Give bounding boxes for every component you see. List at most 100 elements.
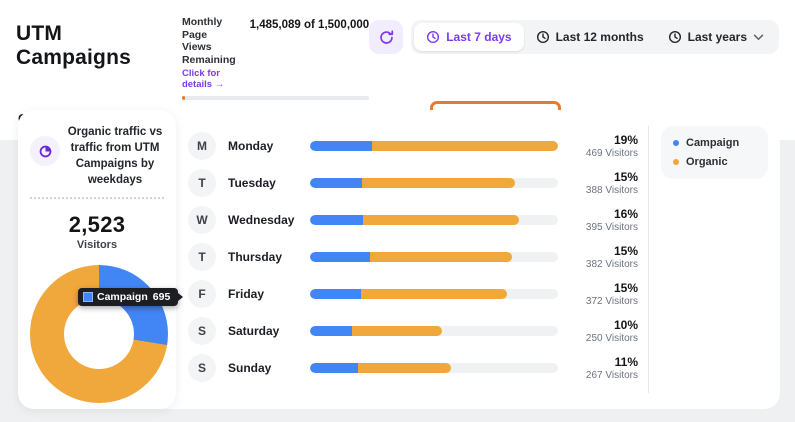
- campaign-bar-segment: [310, 362, 358, 373]
- day-name: Saturday: [228, 323, 280, 338]
- legend-dot-icon: [673, 140, 679, 146]
- stacked-bar: [310, 177, 558, 188]
- total-visitors-value: 2,523: [68, 212, 126, 238]
- weekday-row-saturday: S Saturday 10% 250 Visitors: [188, 312, 638, 349]
- time-range-label: Last years: [687, 30, 747, 44]
- time-range-last-7-days[interactable]: Last 7 days: [414, 23, 524, 51]
- stacked-bar: [310, 251, 558, 262]
- day-stats: 15% 388 Visitors: [572, 170, 638, 196]
- day-percent: 15%: [613, 169, 638, 184]
- refresh-button[interactable]: [369, 20, 404, 54]
- main-content: M Monday 19% 469 Visitors T Tuesday 15% 388 Vis…: [0, 97, 795, 422]
- day-letter-badge: T: [188, 168, 216, 197]
- day-name: Wednesday: [228, 212, 295, 227]
- day-percent: 10%: [613, 317, 638, 332]
- time-range-last-12-months[interactable]: Last 12 months: [524, 23, 656, 51]
- organic-bar-segment: [357, 362, 452, 373]
- tooltip-series-name: Campaign: [97, 291, 148, 304]
- time-range-label: Last 7 days: [446, 30, 512, 44]
- panel-header: Organic traffic vs traffic from UTM Camp…: [30, 124, 164, 200]
- clock-icon: [536, 30, 550, 44]
- day-visitors: 382 Visitors: [585, 258, 638, 270]
- campaign-bar-segment: [310, 140, 373, 151]
- day-letter-badge: S: [188, 316, 216, 345]
- organic-bar-segment: [370, 251, 512, 262]
- total-visitors-label: Visitors: [76, 239, 118, 252]
- time-range-last-years[interactable]: Last years: [656, 23, 776, 51]
- time-range-label: Last 12 months: [555, 30, 644, 44]
- campaign-bar-segment: [310, 288, 361, 299]
- utm-campaigns-page: UTM Campaigns Monthly Page Views Remaini…: [0, 0, 795, 422]
- day-name: Friday: [228, 286, 265, 301]
- weekday-row-thursday: T Thursday 15% 382 Visitors: [188, 238, 638, 275]
- legend-column: Campaign Organic: [648, 126, 780, 393]
- day-percent: 11%: [614, 354, 638, 369]
- stacked-bar: [310, 288, 558, 299]
- day-name: Monday: [228, 138, 274, 153]
- day-stats: 11% 267 Visitors: [572, 355, 638, 381]
- organic-bar-segment: [372, 140, 558, 151]
- day-visitors: 395 Visitors: [585, 221, 638, 233]
- page-header: UTM Campaigns Monthly Page Views Remaini…: [0, 0, 795, 101]
- donut-summary-card: Organic traffic vs traffic from UTM Camp…: [18, 110, 184, 409]
- tooltip-campaign-swatch: [83, 292, 93, 303]
- day-visitors: 469 Visitors: [585, 147, 638, 159]
- day-name: Tuesday: [228, 175, 276, 190]
- chart-tooltip: Campaign 695: [78, 288, 184, 307]
- campaign-bar-segment: [310, 177, 362, 188]
- day-letter-badge: W: [188, 205, 216, 234]
- page-title: UTM Campaigns: [16, 22, 131, 69]
- total-visitors: 2,523 Visitors: [30, 212, 164, 251]
- clock-icon: [426, 30, 440, 44]
- legend-item-organic[interactable]: Organic: [673, 156, 756, 168]
- donut-chart-title: Organic traffic vs traffic from UTM Camp…: [67, 126, 163, 187]
- day-stats: 16% 395 Visitors: [572, 207, 638, 233]
- clock-icon: [668, 30, 682, 44]
- chevron-down-icon: [753, 34, 764, 41]
- header-controls: Last 7 days Last 12 months Last years: [369, 20, 779, 54]
- day-visitors: 388 Visitors: [585, 184, 638, 196]
- day-stats: 19% 469 Visitors: [572, 133, 638, 159]
- monthly-views-label: Monthly Page Views Remaining: [181, 16, 236, 66]
- refresh-icon: [378, 29, 395, 46]
- day-visitors: 267 Visitors: [585, 369, 638, 381]
- tooltip-arrow: [178, 293, 184, 302]
- monthly-views-value: 1,485,089 of 1,500,000: [249, 19, 370, 31]
- day-name: Sunday: [228, 360, 272, 375]
- time-range-selector: Last 7 days Last 12 months Last years: [411, 20, 779, 54]
- pie-chart-icon: [30, 136, 60, 166]
- weekday-row-tuesday: T Tuesday 15% 388 Visitors: [188, 164, 638, 201]
- campaign-bar-segment: [310, 251, 371, 262]
- day-letter-badge: F: [188, 279, 216, 308]
- weekday-row-wednesday: W Wednesday 16% 395 Visitors: [188, 201, 638, 238]
- day-percent: 15%: [613, 280, 638, 295]
- donut-chart: Campaign 695: [30, 265, 184, 404]
- weekday-row-sunday: S Sunday 11% 267 Visitors: [188, 349, 638, 386]
- day-letter-badge: T: [188, 242, 216, 271]
- weekday-row-friday: F Friday 15% 372 Visitors: [188, 275, 638, 312]
- donut-hole: [64, 299, 134, 370]
- day-stats: 15% 372 Visitors: [572, 281, 638, 307]
- day-letter-badge: M: [188, 131, 216, 160]
- legend-dot-icon: [673, 159, 679, 165]
- day-stats: 10% 250 Visitors: [572, 318, 638, 344]
- stacked-bar: [310, 362, 558, 373]
- stacked-bar: [310, 214, 558, 225]
- day-percent: 15%: [613, 243, 638, 258]
- organic-bar-segment: [362, 214, 519, 225]
- day-stats: 15% 382 Visitors: [572, 244, 638, 270]
- day-letter-badge: S: [188, 353, 216, 382]
- legend-label: Campaign: [686, 137, 740, 149]
- legend-item-campaign[interactable]: Campaign: [673, 137, 756, 149]
- monthly-page-views-widget: Monthly Page Views Remaining Click for d…: [181, 16, 370, 101]
- day-visitors: 372 Visitors: [585, 295, 638, 307]
- day-percent: 16%: [613, 206, 638, 221]
- campaign-bar-segment: [310, 325, 352, 336]
- chart-legend: Campaign Organic: [661, 126, 768, 179]
- click-for-details-link[interactable]: Click for details →: [182, 68, 236, 90]
- day-name: Thursday: [228, 249, 283, 264]
- organic-bar-segment: [360, 288, 507, 299]
- stacked-bar: [310, 140, 558, 151]
- tooltip-value: 695: [152, 291, 171, 304]
- organic-bar-segment: [351, 325, 443, 336]
